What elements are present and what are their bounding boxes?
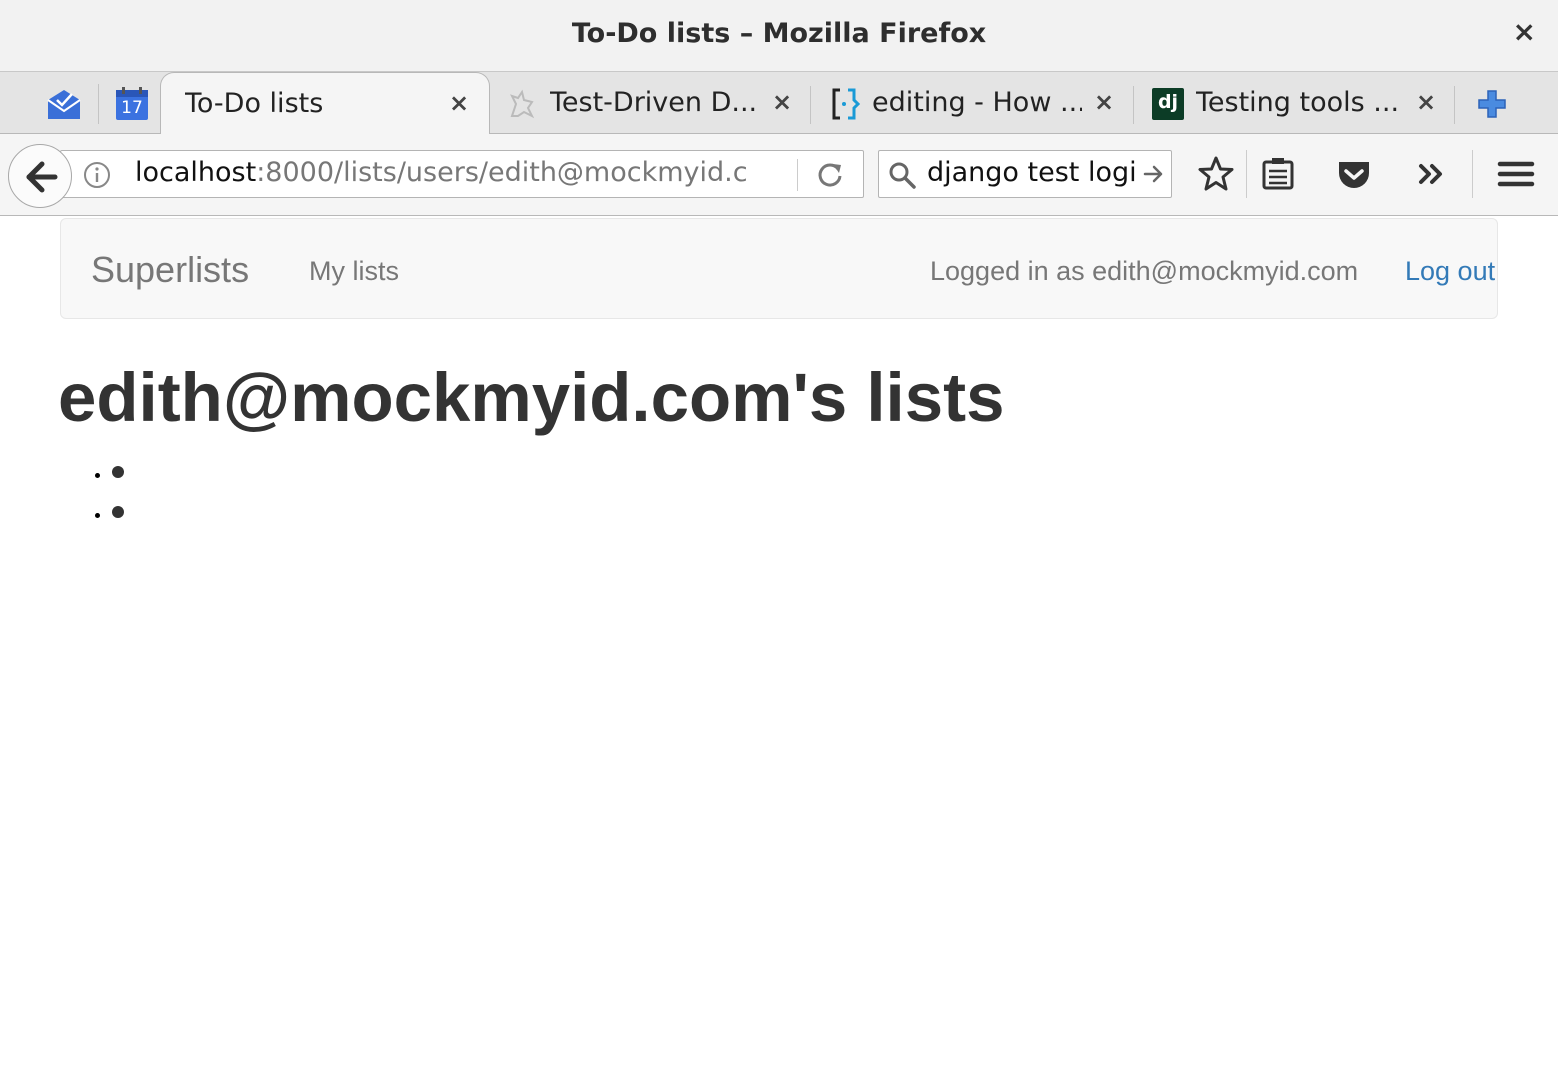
menu-hamburger-icon[interactable]: [1496, 154, 1536, 194]
page-title: edith@mockmyid.com's lists: [58, 359, 1005, 436]
window-close-button[interactable]: ×: [1513, 18, 1536, 46]
tab-close-button[interactable]: ×: [772, 90, 792, 114]
calendar-icon[interactable]: 17: [114, 86, 150, 122]
stackexchange-icon: [832, 88, 861, 120]
list-item[interactable]: [112, 466, 124, 478]
tab-close-button[interactable]: ×: [449, 91, 469, 115]
search-go-arrow-icon[interactable]: [1143, 163, 1165, 185]
tab-label: Test-Driven D...: [550, 87, 758, 118]
search-input[interactable]: django test login: [927, 157, 1137, 188]
back-button[interactable]: [8, 144, 72, 208]
list-item[interactable]: [112, 506, 124, 518]
obey-goat-icon: [510, 89, 535, 119]
navigation-toolbar: localhost:8000/lists/users/edith@mockmyi…: [0, 134, 1558, 216]
inbox-mail-icon[interactable]: [46, 86, 82, 122]
brand-link[interactable]: Superlists: [91, 249, 249, 291]
django-icon-label: dj: [1157, 91, 1179, 113]
logged-in-text: Logged in as edith@mockmyid.com: [930, 256, 1359, 286]
tab-close-button[interactable]: ×: [1416, 90, 1436, 114]
new-tab-plus-icon[interactable]: [1476, 88, 1508, 120]
url-bar[interactable]: localhost:8000/lists/users/edith@mockmyi…: [60, 150, 864, 198]
tab-label: editing - How ...: [872, 87, 1082, 118]
tab-test-driven[interactable]: Test-Driven D... ×: [494, 72, 812, 134]
reading-list-icon[interactable]: [1258, 154, 1298, 194]
tab-todo-lists[interactable]: To-Do lists ×: [160, 72, 490, 135]
info-icon[interactable]: [83, 161, 111, 189]
tab-strip: 17 To-Do lists × Test-Driven D... × edit…: [0, 72, 1558, 135]
back-arrow-icon: [26, 161, 58, 193]
tab-testing-tools[interactable]: dj Testing tools ... ×: [1138, 72, 1454, 134]
window-title: To-Do lists – Mozilla Firefox: [571, 18, 987, 49]
reload-icon[interactable]: [815, 160, 845, 190]
window-titlebar: To-Do lists – Mozilla Firefox ×: [0, 0, 1558, 72]
logout-link[interactable]: Log out: [1405, 256, 1495, 287]
search-icon: [889, 162, 916, 189]
tab-editing[interactable]: editing - How ... ×: [816, 72, 1134, 134]
lists-list: [112, 466, 124, 546]
tab-label: To-Do lists: [185, 88, 324, 119]
overflow-chevrons-icon[interactable]: [1412, 154, 1452, 194]
site-navbar: Superlists My lists Logged in as edith@m…: [60, 218, 1498, 319]
bookmark-star-icon[interactable]: [1196, 154, 1236, 194]
search-bar[interactable]: django test login: [878, 150, 1172, 198]
url-path: :8000/lists/users/edith@mockmyid.com: [256, 157, 749, 188]
tab-close-button[interactable]: ×: [1094, 90, 1114, 114]
url-host: localhost: [135, 157, 257, 188]
my-lists-link[interactable]: My lists: [309, 256, 399, 287]
url-text[interactable]: localhost:8000/lists/users/edith@mockmyi…: [135, 157, 749, 188]
django-icon: dj: [1152, 88, 1184, 120]
tab-label: Testing tools ...: [1196, 87, 1400, 118]
calendar-day: 17: [121, 98, 143, 118]
pocket-icon[interactable]: [1334, 154, 1374, 194]
